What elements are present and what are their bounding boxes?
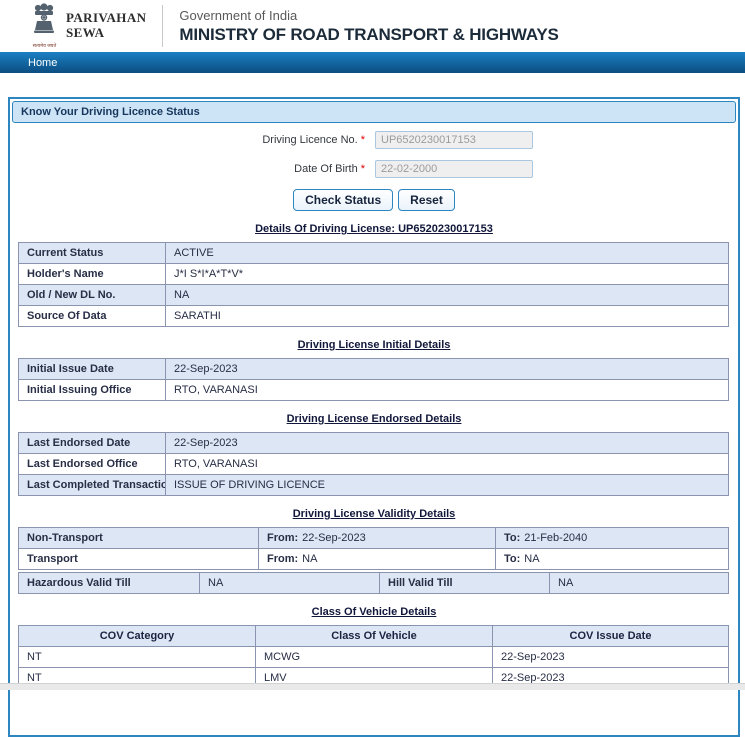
panel-title: Know Your Driving Licence Status <box>12 101 736 123</box>
endorsed-section-heading: Driving License Endorsed Details <box>286 413 462 425</box>
ministry-block: Government of India MINISTRY OF ROAD TRA… <box>179 8 558 45</box>
details-table: Current Status ACTIVE Holder's Name J*I … <box>18 242 729 327</box>
check-status-button[interactable]: Check Status <box>293 189 394 211</box>
row-label: Last Endorsed Date <box>18 432 166 454</box>
row-label: Last Completed Transaction <box>18 474 166 496</box>
parivahan-sewa-logo: PARIVAHAN SEWA <box>66 10 147 41</box>
row-value: SARATHI <box>165 305 729 327</box>
to-cell: To: 21-Feb-2040 <box>495 527 729 549</box>
row-value: J*I S*I*A*T*V* <box>165 263 729 285</box>
logo-line2: SEWA <box>66 25 105 40</box>
main-panel: Know Your Driving Licence Status Driving… <box>8 97 740 737</box>
required-asterisk: * <box>360 134 365 146</box>
emblem-caption: सत्यमेव जयते <box>32 43 57 49</box>
row-value: ISSUE OF DRIVING LICENCE <box>165 474 729 496</box>
row-value: ACTIVE <box>165 242 729 264</box>
logo-line1: PARIVAHAN <box>66 10 147 26</box>
class-of-vehicle-header: Class Of Vehicle <box>255 625 493 647</box>
table-row: Source Of Data SARATHI <box>18 305 729 327</box>
table-row: Holder's Name J*I S*I*A*T*V* <box>18 263 729 285</box>
row-label: Non-Transport <box>18 527 259 549</box>
table-row: NT MCWG 22-Sep-2023 <box>18 646 729 668</box>
row-label: Initial Issuing Office <box>18 379 166 401</box>
initial-details-table: Initial Issue Date 22-Sep-2023 Initial I… <box>18 358 729 401</box>
cov-category: NT <box>18 646 256 668</box>
dl-number-label: Driving Licence No. * <box>262 134 365 146</box>
table-row: Last Endorsed Office RTO, VARANASI <box>18 453 729 475</box>
table-row: Initial Issue Date 22-Sep-2023 <box>18 358 729 380</box>
table-row: Transport From: NA To: NA <box>18 548 729 570</box>
validity-table: Non-Transport From: 22-Sep-2023 To: 21-Feb… <box>18 527 729 570</box>
row-value: 22-Sep-2023 <box>165 432 729 454</box>
cov-table: COV Category Class Of Vehicle COV Issue … <box>18 625 729 689</box>
hill-label: Hill Valid Till <box>379 572 550 594</box>
dob-input[interactable] <box>375 160 533 178</box>
table-row: Current Status ACTIVE <box>18 242 729 264</box>
reset-button[interactable]: Reset <box>398 189 455 211</box>
cov-category-header: COV Category <box>18 625 256 647</box>
row-label: Transport <box>18 548 259 570</box>
hazardous-value: NA <box>199 572 380 594</box>
details-section-heading: Details Of Driving License: UP6520230017… <box>255 223 493 235</box>
ashoka-emblem-icon <box>34 3 54 33</box>
form-row-dob: Date Of Birth * <box>10 160 738 178</box>
from-cell: From: NA <box>258 548 496 570</box>
cov-issue-date-header: COV Issue Date <box>492 625 729 647</box>
table-row: Initial Issuing Office RTO, VARANASI <box>18 379 729 401</box>
table-row: Last Endorsed Date 22-Sep-2023 <box>18 432 729 454</box>
header-divider <box>162 5 164 47</box>
to-cell: To: NA <box>495 548 729 570</box>
nav-item-home[interactable]: Home <box>28 57 57 69</box>
dl-status-form: Driving Licence No.* Date Of Birth* Chec… <box>10 125 738 211</box>
row-value: RTO, VARANASI <box>165 379 729 401</box>
row-value: 22-Sep-2023 <box>165 358 729 380</box>
dl-number-input[interactable] <box>375 131 533 149</box>
hazardous-label: Hazardous Valid Till <box>18 572 200 594</box>
site-header: सत्यमेव जयते PARIVAHAN SEWA Government o… <box>0 0 745 52</box>
row-value: NA <box>165 284 729 306</box>
from-cell: From: 22-Sep-2023 <box>258 527 496 549</box>
form-buttons: Check Status Reset <box>10 189 738 211</box>
row-value: RTO, VARANASI <box>165 453 729 475</box>
table-row: Non-Transport From: 22-Sep-2023 To: 21-Feb… <box>18 527 729 549</box>
cov-issue-date: 22-Sep-2023 <box>492 646 729 668</box>
nav-bar: Home <box>0 52 745 73</box>
row-label: Holder's Name <box>18 263 166 285</box>
table-row: Last Completed Transaction ISSUE OF DRIV… <box>18 474 729 496</box>
validity-section-heading: Driving License Validity Details <box>292 508 456 520</box>
row-label: Last Endorsed Office <box>18 453 166 475</box>
cov-header-row: COV Category Class Of Vehicle COV Issue … <box>18 625 729 647</box>
validity-extra-table: Hazardous Valid Till NA Hill Valid Till … <box>18 572 729 594</box>
initial-section-heading: Driving License Initial Details <box>297 339 451 351</box>
required-asterisk: * <box>360 163 365 175</box>
cov-class: MCWG <box>255 646 493 668</box>
government-of-india-label: Government of India <box>179 7 298 23</box>
row-label: Source Of Data <box>18 305 166 327</box>
ministry-title: MINISTRY OF ROAD TRANSPORT & HIGHWAYS <box>179 24 559 44</box>
row-label: Current Status <box>18 242 166 264</box>
endorsed-details-table: Last Endorsed Date 22-Sep-2023 Last Endo… <box>18 432 729 496</box>
row-label: Initial Issue Date <box>18 358 166 380</box>
form-row-dl-number: Driving Licence No. * <box>10 131 738 149</box>
table-row: Hazardous Valid Till NA Hill Valid Till … <box>18 572 729 594</box>
cov-section-heading: Class Of Vehicle Details <box>311 606 437 618</box>
row-label: Old / New DL No. <box>18 284 166 306</box>
hill-value: NA <box>549 572 729 594</box>
india-emblem-icon: सत्यमेव जयते <box>30 3 58 49</box>
dob-label: Date Of Birth * <box>294 163 365 175</box>
bottom-edge-strip <box>0 683 745 690</box>
table-row: Old / New DL No. NA <box>18 284 729 306</box>
